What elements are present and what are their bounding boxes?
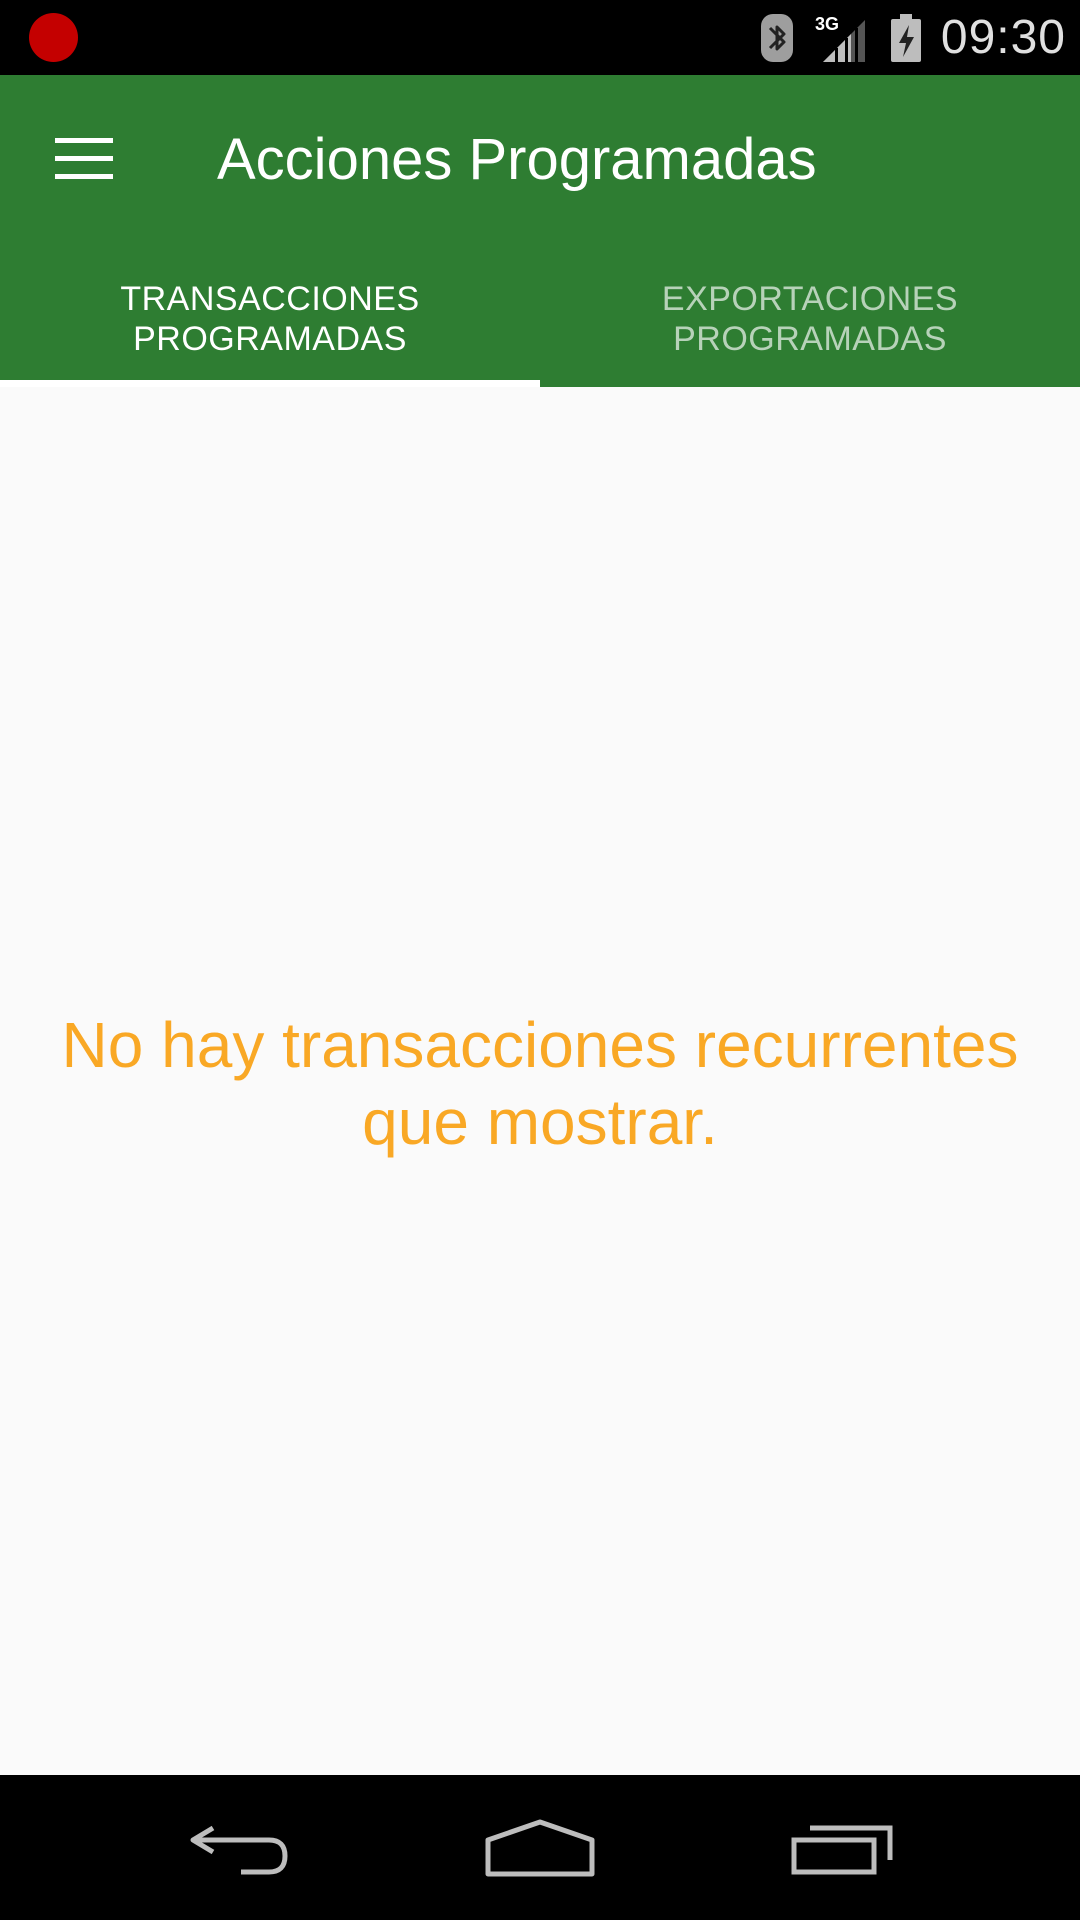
back-button[interactable] (139, 1775, 339, 1920)
network-type-label: 3G (815, 14, 839, 34)
recents-button[interactable] (744, 1775, 944, 1920)
back-icon (190, 1825, 288, 1874)
content-area: No hay transacciones recurrentes que mos… (0, 387, 1080, 1775)
empty-state-message: No hay transacciones recurrentes que mos… (61, 1009, 1019, 1158)
toolbar: Acciones Programadas (0, 75, 1080, 245)
recents-icon (791, 1825, 893, 1874)
bluetooth-icon (757, 12, 797, 64)
hamburger-menu-icon (55, 138, 113, 179)
page-title: Acciones Programadas (217, 127, 817, 192)
tab-bar: TRANSACCIONES PROGRAMADAS EXPORTACIONES … (0, 265, 1080, 387)
signal-icon: 3G (815, 12, 871, 64)
menu-button[interactable] (30, 120, 138, 198)
screen: 3G 09:30 Acciones Programadas TRANSACCIO… (0, 0, 1080, 1920)
home-icon (485, 1819, 595, 1876)
battery-charging-icon (889, 12, 923, 64)
navigation-bar (0, 1775, 1080, 1920)
tab-label: TRANSACCIONES PROGRAMADAS (120, 280, 420, 358)
tab-scheduled-exports[interactable]: EXPORTACIONES PROGRAMADAS (540, 265, 1080, 387)
status-bar: 3G 09:30 (0, 0, 1080, 75)
status-icons: 3G 09:30 (757, 0, 1066, 75)
app-bar: Acciones Programadas TRANSACCIONES PROGR… (0, 75, 1080, 387)
status-time: 09:30 (940, 11, 1066, 64)
tab-scheduled-transactions[interactable]: TRANSACCIONES PROGRAMADAS (0, 265, 540, 387)
record-indicator-icon (29, 13, 78, 62)
home-button[interactable] (440, 1775, 640, 1920)
tab-label: EXPORTACIONES PROGRAMADAS (661, 280, 959, 358)
tab-selected-indicator (0, 380, 540, 387)
